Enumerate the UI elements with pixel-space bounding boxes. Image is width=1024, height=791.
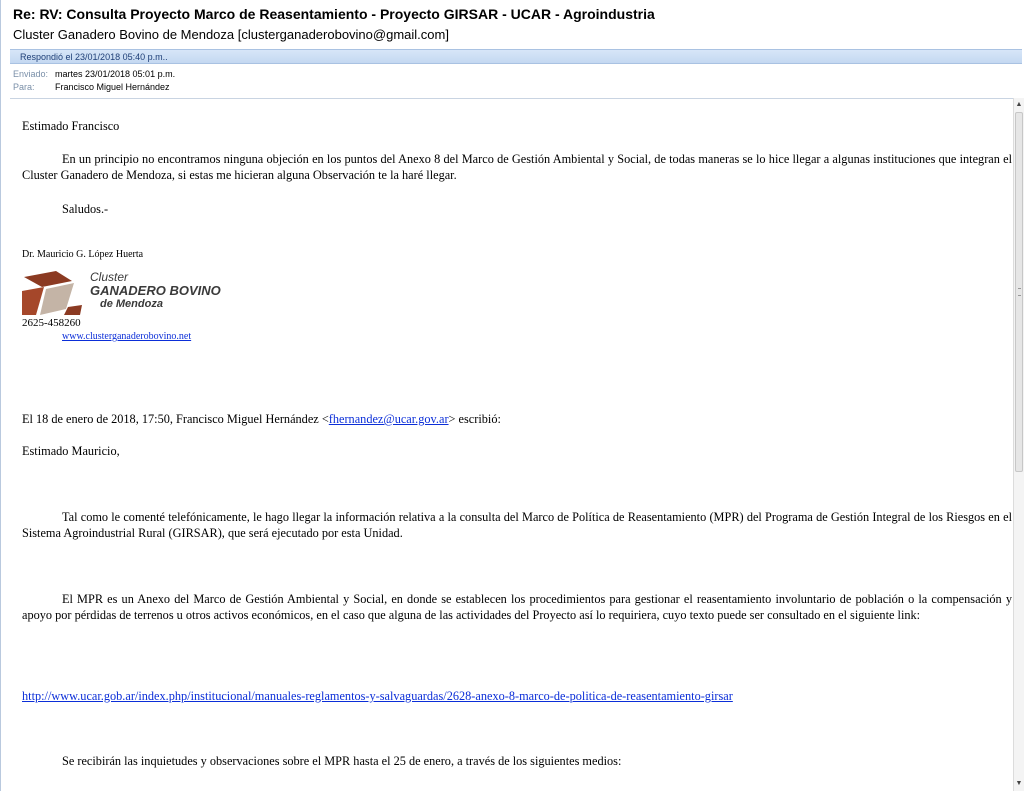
closing: Saludos.- [62, 202, 109, 216]
scrollbar-grip-icon [1018, 288, 1021, 296]
quote-email-link[interactable]: fhernandez@ucar.gov.ar [329, 412, 449, 426]
quote-greeting: Estimado Mauricio, [22, 444, 120, 458]
message-body-frame: Estimado Francisco En un principio no en… [10, 98, 1023, 791]
quote-paragraph-2: El MPR es un Anexo del Marco de Gestión … [22, 592, 1012, 622]
to-label: Para: [13, 82, 35, 92]
logo-line-2: GANADERO BOVINO [90, 283, 221, 298]
vertical-scrollbar[interactable]: ▲ ▼ [1013, 98, 1024, 791]
logo-text: Cluster GANADERO BOVINO de Mendoza [90, 271, 221, 311]
to-row: Para: Francisco Miguel Hernández [13, 82, 170, 92]
info-bar[interactable]: Respondió el 23/01/2018 05:40 p.m.. [10, 49, 1022, 64]
quote-paragraph-1: Tal como le comenté telefónicamente, le … [22, 510, 1012, 540]
quote-link-row: http://www.ucar.gob.ar/index.php/institu… [22, 688, 1012, 704]
quote-intro-suffix: > escribió: [448, 412, 501, 426]
quote-link[interactable]: http://www.ucar.gob.ar/index.php/institu… [22, 689, 733, 703]
to-value[interactable]: Francisco Miguel Hernández [55, 82, 170, 92]
phone: 2625-458260 [22, 317, 81, 329]
email-sender[interactable]: Cluster Ganadero Bovino de Mendoza [clus… [13, 27, 449, 42]
paragraph-1: En un principio no encontramos ninguna o… [22, 152, 1012, 182]
sent-label: Enviado: [13, 69, 49, 79]
email-reading-pane: Re: RV: Consulta Proyecto Marco de Rease… [0, 0, 1024, 791]
scrollbar-thumb[interactable] [1015, 112, 1023, 472]
email-header: Re: RV: Consulta Proyecto Marco de Rease… [1, 0, 1024, 98]
quote-paragraph-3: Se recibirán las inquietudes y observaci… [62, 754, 622, 768]
quote-intro: El 18 de enero de 2018, 17:50, Francisco… [22, 411, 1012, 427]
quote-intro-prefix: El 18 de enero de 2018, 17:50, Francisco… [22, 412, 329, 426]
website-link[interactable]: www.clusterganaderobovino.net [62, 331, 191, 342]
logo-line-3: de Mendoza [100, 298, 163, 310]
cluster-logo-mark-icon [22, 271, 82, 315]
scroll-up-arrow-icon[interactable]: ▲ [1014, 100, 1024, 110]
sent-value: martes 23/01/2018 05:01 p.m. [55, 69, 176, 79]
email-subject: Re: RV: Consulta Proyecto Marco de Rease… [13, 6, 655, 22]
sent-row: Enviado: martes 23/01/2018 05:01 p.m. [13, 69, 175, 79]
website-row: www.clusterganaderobovino.net [62, 331, 462, 343]
signature-name: Dr. Mauricio G. López Huerta [22, 249, 144, 260]
cluster-logo: Cluster GANADERO BOVINO de Mendoza [22, 271, 232, 319]
scroll-down-arrow-icon[interactable]: ▼ [1014, 779, 1024, 789]
greeting: Estimado Francisco [22, 119, 120, 133]
info-bar-text: Respondió el 23/01/2018 05:40 p.m.. [20, 52, 168, 62]
